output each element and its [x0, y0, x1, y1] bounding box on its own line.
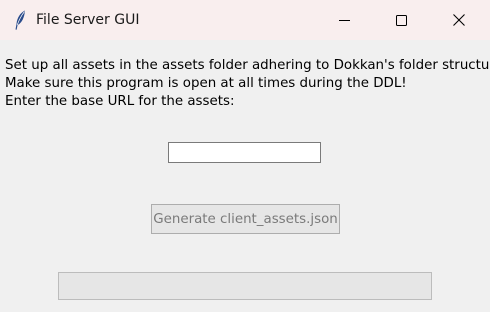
maximize-button[interactable] — [378, 0, 424, 40]
base-url-label: Enter the base URL for the assets: — [5, 94, 235, 109]
main-panel: Set up all assets in the assets folder a… — [0, 40, 490, 312]
feather-icon — [14, 10, 26, 30]
base-url-input[interactable] — [168, 142, 321, 163]
maximize-icon — [395, 14, 407, 26]
app-window: File Server GUI Set up all assets in the… — [0, 0, 490, 312]
title-bar[interactable]: File Server GUI — [0, 0, 490, 40]
minimize-icon — [338, 15, 350, 26]
close-button[interactable] — [436, 0, 482, 40]
close-icon — [453, 14, 465, 26]
instruction-line-1: Set up all assets in the assets folder a… — [5, 58, 490, 73]
minimize-button[interactable] — [321, 0, 367, 40]
generate-client-assets-button[interactable]: Generate client_assets.json — [151, 204, 340, 234]
progress-bar — [58, 272, 432, 300]
window-title: File Server GUI — [36, 12, 140, 28]
instruction-line-2: Make sure this program is open at all ti… — [5, 76, 407, 91]
